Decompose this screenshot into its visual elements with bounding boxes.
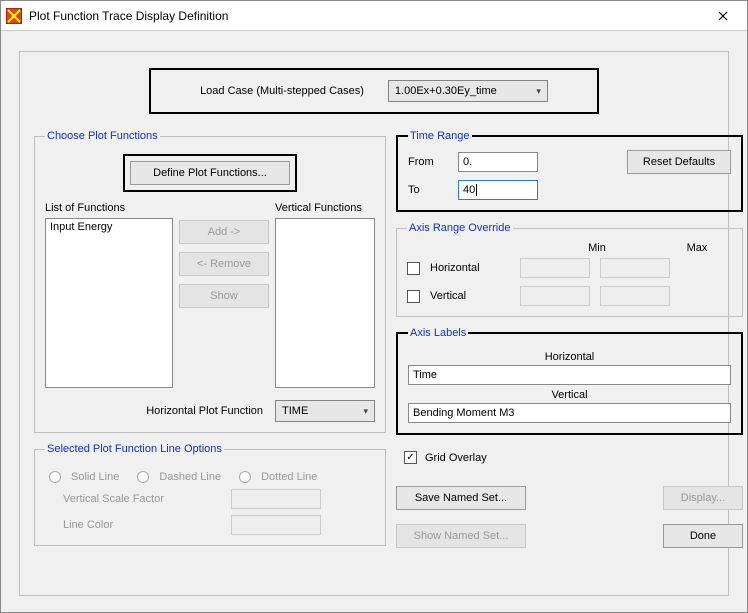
load-case-dropdown[interactable]: 1.00Ex+0.30Ey_time ▾ [388,80,548,102]
list-of-functions-label: List of Functions [45,202,173,214]
grid-overlay-label: Grid Overlay [425,452,487,464]
function-move-buttons: Add -> <- Remove Show [179,220,269,388]
app-icon [5,7,23,25]
vertical-max-input [600,286,670,306]
text-cursor [476,184,477,196]
show-named-set-button[interactable]: Show Named Set... [396,524,526,548]
display-button[interactable]: Display... [663,486,743,510]
axis-horizontal-header: Horizontal [408,351,731,363]
titlebar: Plot Function Trace Display Definition [1,1,747,31]
choose-plot-functions-group: Choose Plot Functions Define Plot Functi… [34,130,386,433]
add-button[interactable]: Add -> [179,220,269,244]
define-plot-functions-box: Define Plot Functions... [123,154,297,192]
vertical-override-checkbox[interactable] [407,290,420,303]
chevron-down-icon: ▾ [363,406,368,417]
line-color-input [231,515,321,535]
show-done-row: Show Named Set... Done [396,524,743,548]
dialog-window: Plot Function Trace Display Definition L… [0,0,748,613]
main-panel: Load Case (Multi-stepped Cases) 1.00Ex+0… [19,51,729,596]
vertical-min-input [520,286,590,306]
axis-horizontal-input[interactable]: Time [408,365,731,385]
axis-range-horizontal-row: Horizontal [407,258,732,278]
axis-vertical-input[interactable]: Bending Moment M3 [408,403,731,423]
axis-range-override-group: Axis Range Override Min Max Horizontal [396,222,743,317]
solid-line-radio [49,471,61,483]
right-column: Time Range From 0. Reset Defaults To 40 … [396,130,743,548]
list-of-functions-col: List of Functions Input Energy [45,202,173,388]
horizontal-plot-function-row: Horizontal Plot Function TIME ▾ [45,400,375,422]
remove-button[interactable]: <- Remove [179,252,269,276]
line-color-row: Line Color [63,515,375,535]
load-case-label: Load Case (Multi-stepped Cases) [200,85,364,97]
dashed-line-radio [137,471,149,483]
horizontal-override-label: Horizontal [430,262,510,274]
time-range-group: Time Range From 0. Reset Defaults To 40 [396,130,743,212]
horizontal-min-input [520,258,590,278]
vertical-functions-listbox[interactable] [275,218,375,388]
define-plot-functions-button[interactable]: Define Plot Functions... [130,161,290,185]
dotted-line-label: Dotted Line [261,471,317,483]
axis-labels-group: Axis Labels Horizontal Time Vertical Ben… [396,327,743,435]
horizontal-plot-function-dropdown[interactable]: TIME ▾ [275,400,375,422]
vertical-functions-label: Vertical Functions [275,202,375,214]
main-grid: Choose Plot Functions Define Plot Functi… [34,130,714,548]
horizontal-plot-function-label: Horizontal Plot Function [146,405,263,417]
left-column: Choose Plot Functions Define Plot Functi… [34,130,386,548]
horizontal-max-input [600,258,670,278]
choose-plot-functions-legend: Choose Plot Functions [45,130,160,142]
show-button[interactable]: Show [179,284,269,308]
vsf-row: Vertical Scale Factor [63,489,375,509]
load-case-box: Load Case (Multi-stepped Cases) 1.00Ex+0… [149,68,599,114]
line-color-label: Line Color [63,519,223,531]
dialog-body: Load Case (Multi-stepped Cases) 1.00Ex+0… [1,31,747,612]
save-display-row: Save Named Set... Display... [396,486,743,510]
line-style-row: Solid Line Dashed Line Dotted Line [49,471,375,483]
time-to-label: To [408,184,448,196]
grid-overlay-checkbox[interactable] [404,451,417,464]
vertical-override-label: Vertical [430,290,510,302]
close-icon[interactable] [703,2,743,30]
time-from-label: From [408,156,448,168]
reset-defaults-button[interactable]: Reset Defaults [627,150,731,174]
vsf-label: Vertical Scale Factor [63,493,223,505]
selected-line-options-legend: Selected Plot Function Line Options [45,443,224,455]
horizontal-override-checkbox[interactable] [407,262,420,275]
time-to-input[interactable]: 40 [458,180,538,200]
window-title: Plot Function Trace Display Definition [29,9,703,23]
save-named-set-button[interactable]: Save Named Set... [396,486,526,510]
load-case-value: 1.00Ex+0.30Ey_time [395,85,497,97]
functions-row: List of Functions Input Energy Add -> <-… [45,202,375,388]
grid-overlay-row: Grid Overlay [404,451,743,464]
time-range-legend: Time Range [408,130,472,142]
axis-labels-legend: Axis Labels [408,327,468,339]
axis-range-vertical-row: Vertical [407,286,732,306]
solid-line-label: Solid Line [71,471,119,483]
selected-line-options-group: Selected Plot Function Line Options Soli… [34,443,386,546]
time-from-row: From 0. Reset Defaults [408,150,731,174]
vsf-input [231,489,321,509]
min-header: Min [562,242,632,254]
horizontal-plot-function-value: TIME [282,405,308,417]
list-of-functions-listbox[interactable]: Input Energy [45,218,173,388]
max-header: Max [662,242,732,254]
vertical-functions-col: Vertical Functions [275,202,375,388]
axis-range-legend: Axis Range Override [407,222,513,234]
dashed-line-label: Dashed Line [159,471,221,483]
list-item[interactable]: Input Energy [50,221,168,233]
dotted-line-radio [239,471,251,483]
axis-range-header: Min Max [562,242,732,254]
chevron-down-icon: ▾ [536,86,541,97]
time-to-row: To 40 [408,180,731,200]
done-button[interactable]: Done [663,524,743,548]
axis-vertical-header: Vertical [408,389,731,401]
time-from-input[interactable]: 0. [458,152,538,172]
